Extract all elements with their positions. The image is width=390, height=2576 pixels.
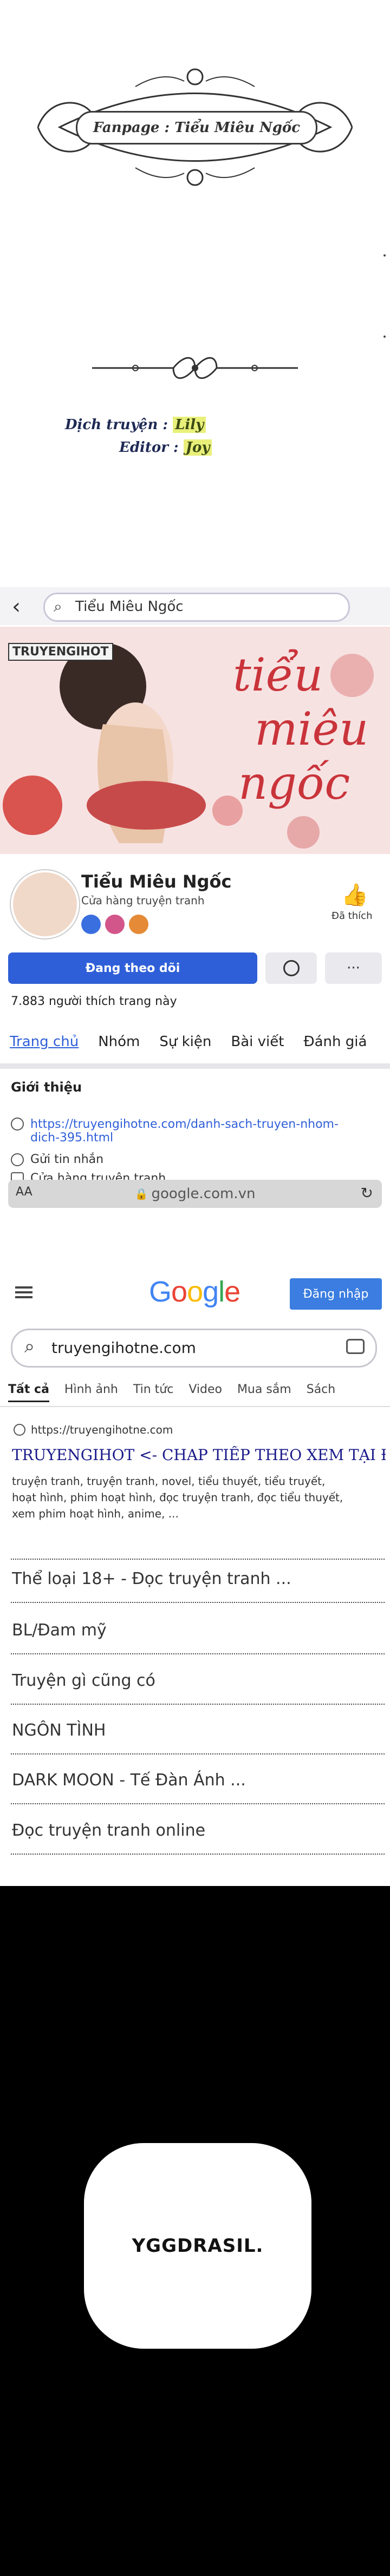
tab-events[interactable]: Sự kiện — [150, 1034, 221, 1050]
divider — [11, 1803, 385, 1804]
tab-all[interactable]: Tất cả — [8, 1383, 49, 1402]
globe-icon — [11, 1118, 24, 1131]
intro-link-line-1[interactable]: https://truyengihotne.com/danh-sach-truy… — [30, 1118, 339, 1131]
browser-address-bar[interactable]: AA 🔒 google.com.vn ↻ — [8, 1180, 382, 1208]
search-icon: ⌕ — [24, 1336, 35, 1357]
sublink-item[interactable]: Truyện gì cũng có — [12, 1671, 155, 1690]
google-search-input[interactable]: ⌕ truyengihotne.com — [11, 1329, 377, 1368]
tab-posts[interactable]: Bài viết — [221, 1034, 294, 1050]
google-query: truyengihotne.com — [51, 1339, 196, 1357]
translator-value: Lily — [173, 417, 206, 433]
fb-divider — [0, 1063, 390, 1069]
divider — [11, 1602, 385, 1603]
tab-home[interactable]: Trang chủ — [0, 1034, 88, 1050]
intro-heading: Giới thiệu — [11, 1080, 82, 1095]
editor-label: Editor : — [119, 439, 179, 456]
back-arrow-icon[interactable]: ‹ — [12, 594, 21, 619]
google-tabs: Tất cả Hình ảnh Tin tức Video Mua sắm Sá… — [8, 1383, 387, 1402]
result-snippet-line-2: hoạt hình, phim hoạt hình, đọc truyện tr… — [12, 1491, 343, 1504]
sublink-item[interactable]: DARK MOON - Tế Đàn Ánh ... — [12, 1771, 246, 1790]
divider — [11, 1854, 385, 1855]
messenger-button[interactable] — [265, 952, 317, 984]
intro-message[interactable]: Gửi tin nhắn — [11, 1153, 103, 1166]
decor-dot — [384, 336, 386, 338]
tab-images[interactable]: Hình ảnh — [64, 1383, 118, 1402]
reload-icon[interactable]: ↻ — [361, 1184, 373, 1202]
more-button[interactable]: ··· — [325, 952, 382, 984]
fb-profile-avatar[interactable] — [11, 870, 79, 938]
sublink-item[interactable]: NGÔN TÌNH — [12, 1721, 106, 1740]
tab-reviews[interactable]: Đánh giá — [294, 1034, 376, 1050]
google-tabs-divider — [0, 1406, 390, 1407]
google-logo: Google — [149, 1276, 240, 1308]
result-url-row[interactable]: https://truyengihotne.com — [14, 1423, 173, 1436]
messenger-icon — [11, 1153, 24, 1166]
result-snippet-line-1: truyện tranh, truyện tranh, novel, tiểu … — [12, 1475, 326, 1488]
messenger-icon — [283, 960, 300, 976]
fb-search-input[interactable]: ⌕ Tiểu Miêu Ngốc — [43, 593, 350, 622]
search-icon: ⌕ — [54, 597, 62, 615]
divider — [11, 1559, 385, 1560]
follow-label: Đang theo dõi — [85, 961, 180, 975]
link-icon[interactable] — [129, 915, 148, 934]
translator-credit: Dịch truyện : Lily — [65, 417, 206, 433]
messenger-icon[interactable] — [81, 915, 101, 934]
result-snippet-line-3: xem phim hoạt hình, anime, ... — [12, 1507, 179, 1520]
result-url: https://truyengihotne.com — [31, 1423, 173, 1436]
thumbs-up-icon[interactable]: 👍 — [341, 882, 368, 908]
fb-page-name: Tiểu Miêu Ngốc — [81, 871, 232, 892]
likes-count: 7.883 người thích trang này — [11, 995, 177, 1008]
intro-website[interactable]: https://truyengihotne.com/danh-sach-truy… — [11, 1118, 339, 1145]
divider — [11, 1704, 385, 1705]
translator-label: Dịch truyện : — [65, 417, 168, 433]
speech-bubble-text: YGGDRASIL. — [132, 2235, 264, 2257]
cover-title-3: ngốc — [238, 757, 350, 810]
browser-url: google.com.vn — [151, 1186, 256, 1202]
speech-bubble: YGGDRASIL. — [84, 2143, 311, 2349]
divider — [11, 1653, 385, 1654]
tab-shopping[interactable]: Mua sắm — [237, 1383, 291, 1402]
divider — [11, 1753, 385, 1754]
hamburger-menu-icon[interactable] — [15, 1284, 32, 1301]
camera-icon[interactable] — [346, 1339, 365, 1354]
follow-button[interactable]: Đang theo dõi — [8, 952, 257, 984]
intro-link-line-2[interactable]: dich-395.html — [30, 1131, 339, 1145]
liked-label: Đã thích — [332, 910, 373, 922]
reader-toggle[interactable]: AA — [16, 1185, 32, 1199]
cover-title-1: tiểu — [233, 648, 323, 701]
result-title[interactable]: TRUYENGIHOT <- CHAP TIẾP THEO XEM TẠI ĐÂ… — [12, 1446, 386, 1464]
tab-video[interactable]: Video — [188, 1383, 222, 1402]
credits-divider-ornament — [92, 357, 298, 379]
site-favicon-icon — [14, 1424, 25, 1436]
editor-value: Joy — [183, 439, 212, 456]
fb-tabs: Trang chủ Nhóm Sự kiện Bài viết Đánh giá — [0, 1026, 390, 1058]
cover-title-2: miêu — [255, 702, 369, 755]
tab-books[interactable]: Sách — [307, 1383, 336, 1402]
fanpage-title: Fanpage : Tiểu Miêu Ngốc — [76, 111, 317, 144]
fb-page-category: Cửa hàng truyện tranh — [81, 894, 205, 907]
tab-groups[interactable]: Nhóm — [88, 1034, 150, 1050]
google-signin-button[interactable]: Đăng nhập — [290, 1278, 382, 1310]
intro-message-label: Gửi tin nhắn — [30, 1153, 104, 1166]
more-label: ··· — [347, 960, 360, 976]
sublink-item[interactable]: Đọc truyện tranh online — [12, 1821, 205, 1840]
result-snippet: truyện tranh, truyện tranh, novel, tiểu … — [12, 1473, 343, 1522]
fb-search-query: Tiểu Miêu Ngốc — [75, 599, 184, 615]
fb-cover-image: TRUYENGIHOT tiểu miêu ngốc — [0, 627, 390, 854]
editor-credit: Editor : Joy — [119, 439, 212, 456]
lock-icon: 🔒 — [134, 1187, 148, 1200]
fb-social-icons — [81, 915, 148, 934]
cover-tag: TRUYENGIHOT — [8, 643, 113, 661]
sublink-item[interactable]: Thể loại 18+ - Đọc truyện tranh ... — [12, 1569, 291, 1588]
decor-dot — [384, 254, 386, 257]
instagram-icon[interactable] — [105, 915, 125, 934]
sublink-item[interactable]: BL/Đam mỹ — [12, 1621, 107, 1640]
tab-news[interactable]: Tin tức — [133, 1383, 173, 1402]
